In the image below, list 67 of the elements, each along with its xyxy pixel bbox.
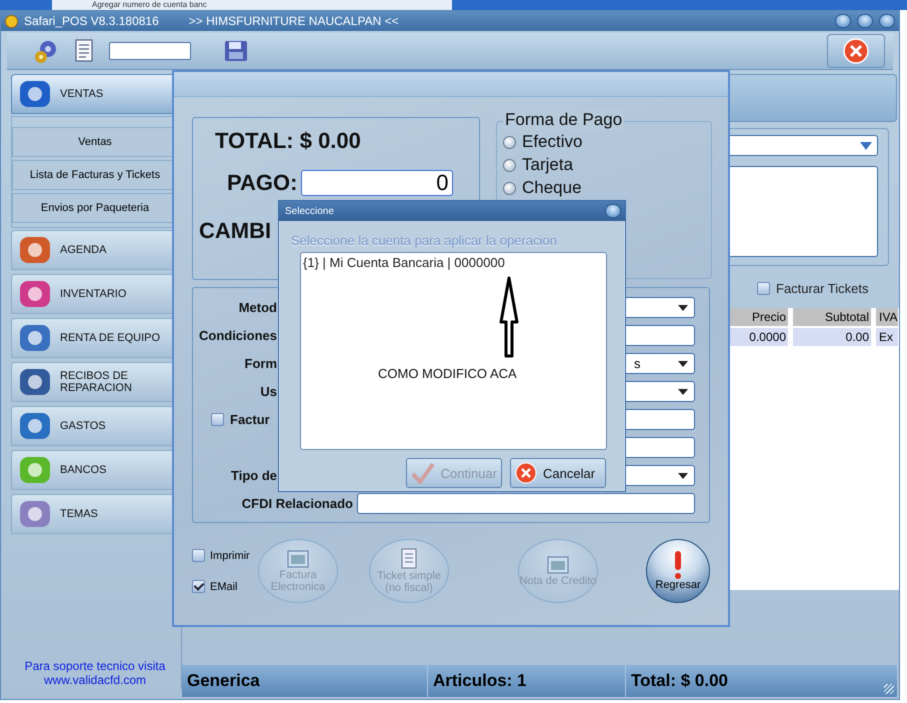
caret-icon bbox=[678, 472, 688, 478]
status-text: Generica bbox=[182, 665, 428, 697]
support-link[interactable]: www.validacfd.com bbox=[44, 673, 146, 687]
radio-label: Tarjeta bbox=[522, 155, 574, 175]
window-icon bbox=[287, 549, 309, 569]
status-text: Articulos: 1 bbox=[428, 665, 626, 697]
checkbox[interactable] bbox=[192, 549, 205, 562]
document-icon[interactable] bbox=[73, 38, 95, 64]
close-button[interactable] bbox=[605, 204, 621, 218]
annotation-text: COMO MODIFICO ACA bbox=[378, 366, 517, 381]
window-title: Safari_POS V8.3.180816 bbox=[24, 14, 159, 28]
maximize-button[interactable] bbox=[857, 14, 873, 28]
dialog-prompt: Seleccione la cuenta para aplicar la operacion bbox=[291, 233, 558, 248]
total-label: TOTAL: $ 0.00 bbox=[214, 128, 361, 154]
status-text: Total: $ 0.00 bbox=[630, 670, 729, 692]
dialog-title: Seleccione bbox=[285, 206, 334, 216]
minimize-button[interactable] bbox=[835, 14, 851, 28]
radio-button[interactable] bbox=[503, 182, 516, 194]
field-label: Tipo de bbox=[231, 468, 277, 483]
close-button[interactable] bbox=[879, 14, 895, 28]
settings-icon[interactable] bbox=[33, 38, 59, 64]
field-label: Metod bbox=[238, 300, 277, 315]
group-title: Forma de Pago bbox=[503, 110, 624, 130]
payment-input-field[interactable]: 0 bbox=[301, 170, 454, 196]
radio-button[interactable] bbox=[503, 158, 516, 172]
radio-label: Efectivo bbox=[522, 132, 582, 152]
toolbar-input-field[interactable] bbox=[109, 42, 191, 60]
column-header[interactable]: IVA bbox=[876, 308, 898, 326]
change-label: CAMBI bbox=[198, 218, 272, 244]
caret-icon bbox=[678, 304, 688, 310]
radio-button[interactable] bbox=[503, 136, 516, 148]
checkbox-label: Facturar Tickets bbox=[776, 280, 868, 296]
document-icon bbox=[400, 548, 418, 570]
exclamation-icon bbox=[672, 551, 684, 579]
payment-label: PAGO: bbox=[227, 170, 298, 196]
resize-grip[interactable] bbox=[884, 684, 894, 694]
round-button[interactable]: Regresar bbox=[646, 539, 710, 603]
checkmark-icon bbox=[411, 462, 435, 484]
field-label: Form bbox=[244, 356, 277, 371]
field-label: CFDI Relacionado bbox=[242, 496, 353, 511]
radio-label: Cheque bbox=[522, 178, 582, 198]
checkbox-label: Imprimir bbox=[210, 550, 250, 562]
save-icon[interactable] bbox=[223, 38, 249, 64]
checkbox[interactable] bbox=[192, 580, 205, 593]
table-cell: Ex bbox=[876, 328, 898, 346]
cancel-button[interactable]: Cancelar bbox=[510, 458, 606, 488]
list-item[interactable]: {1} | Mi Cuenta Bancaria | 0000000 bbox=[301, 253, 507, 272]
window-icon bbox=[547, 555, 569, 575]
caret-icon bbox=[678, 360, 688, 366]
table-cell: 0.00 bbox=[793, 328, 871, 346]
field-label: Us bbox=[260, 384, 277, 399]
input-field[interactable] bbox=[357, 493, 695, 514]
field-label: Factur bbox=[230, 412, 270, 427]
close-icon bbox=[843, 38, 869, 64]
caret-icon bbox=[678, 388, 688, 394]
checkbox[interactable] bbox=[757, 282, 770, 294]
support-text: Para soporte tecnico visita bbox=[24, 659, 166, 673]
close-icon bbox=[515, 462, 537, 484]
dropdown-arrow-icon bbox=[859, 140, 873, 151]
app-icon bbox=[5, 14, 18, 28]
browser-tab[interactable]: Agregar numero de cuenta banc bbox=[52, 0, 452, 10]
column-header[interactable]: Subtotal bbox=[793, 308, 871, 326]
field-label: Condiciones bbox=[198, 328, 277, 343]
checkbox[interactable] bbox=[211, 413, 224, 426]
store-name: >> HIMSFURNITURE NAUCALPAN << bbox=[188, 14, 399, 28]
checkbox-label: EMail bbox=[210, 580, 238, 592]
exit-button[interactable] bbox=[827, 34, 885, 68]
